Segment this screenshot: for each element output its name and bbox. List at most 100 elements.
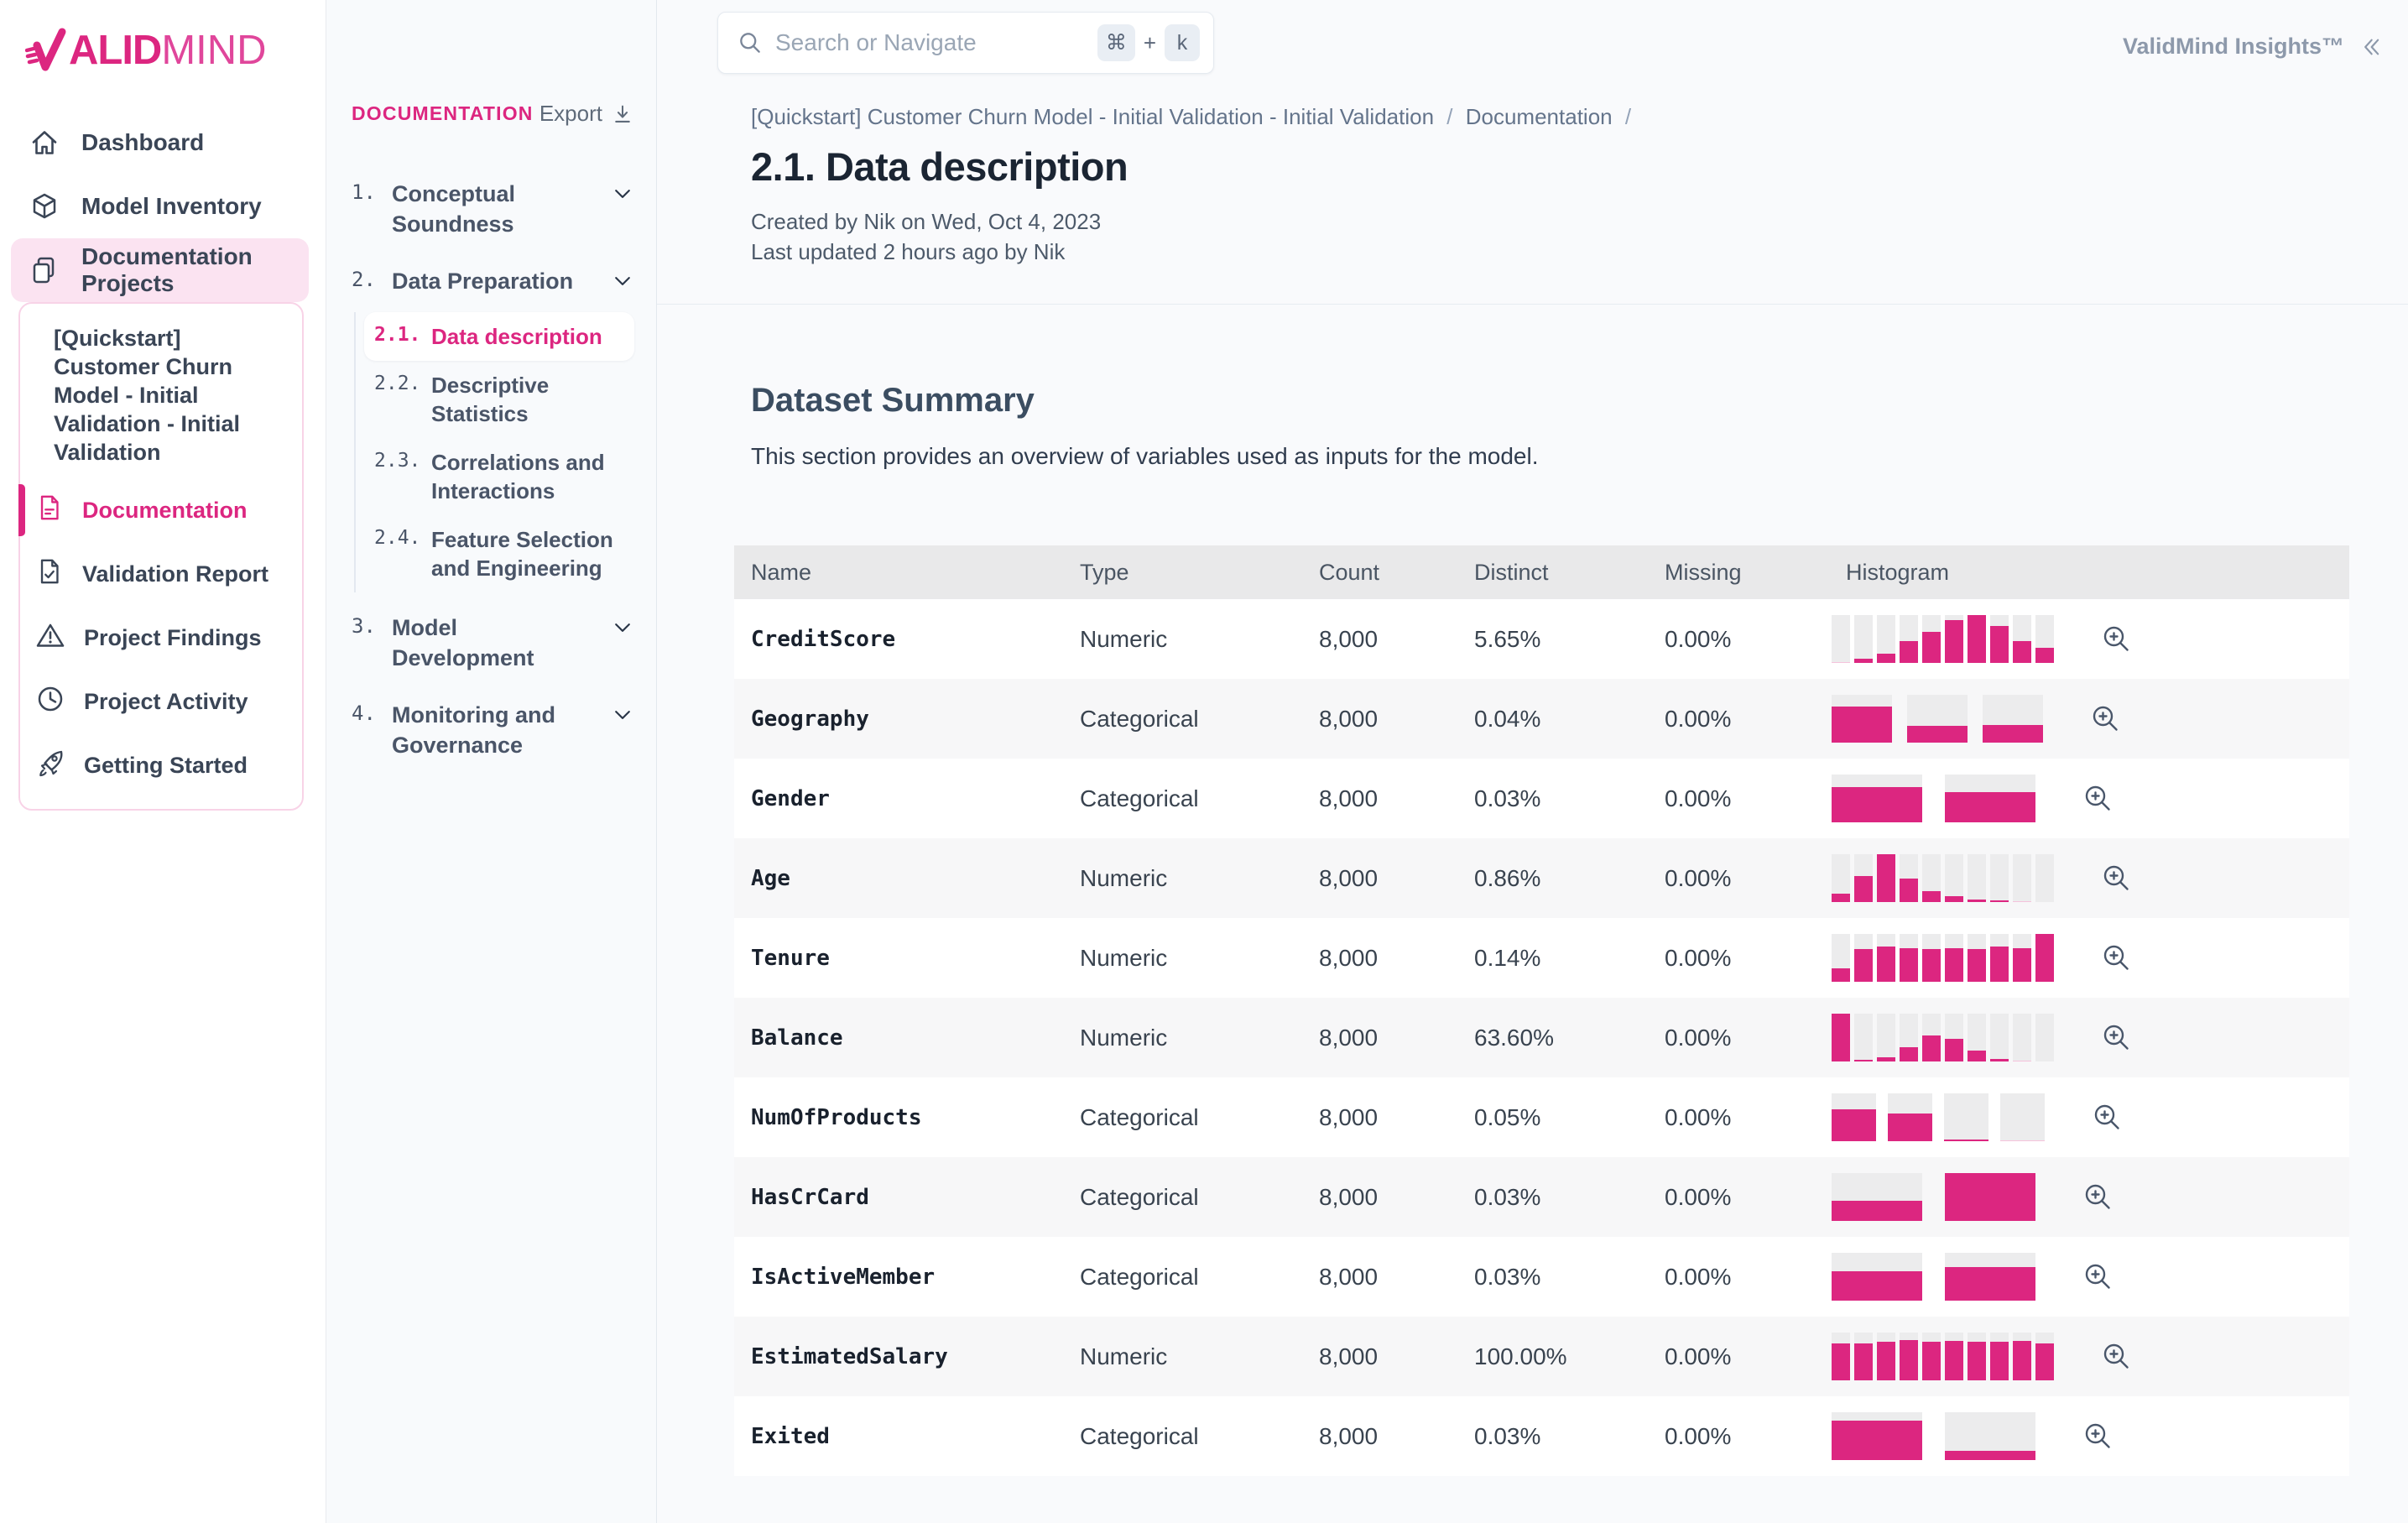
zoom-histogram-button[interactable] <box>2101 623 2132 655</box>
sidebar-item-label: Documentation Projects <box>81 243 290 297</box>
zoom-histogram-button[interactable] <box>2101 1341 2132 1372</box>
cell-type: Categorical <box>1063 785 1302 812</box>
chevron-down-icon[interactable] <box>611 616 634 644</box>
histogram-bar <box>1945 1333 1963 1380</box>
zoom-histogram-button[interactable] <box>2082 783 2114 814</box>
zoom-histogram-button[interactable] <box>2101 1022 2132 1053</box>
cell-histogram <box>1829 934 2349 982</box>
export-button[interactable]: Export <box>539 101 634 127</box>
table-row-estimatedsalary: EstimatedSalaryNumeric8,000100.00%0.00% <box>734 1317 2349 1396</box>
toc-section-data-preparation[interactable]: 2.Data Preparation <box>352 253 634 310</box>
histogram-bar <box>1990 615 2009 663</box>
table-row-tenure: TenureNumeric8,0000.14%0.00% <box>734 918 2349 998</box>
breadcrumb-link[interactable]: [Quickstart] Customer Churn Model - Init… <box>751 104 1434 129</box>
histogram-bar <box>1877 1333 1895 1380</box>
chevron-down-icon[interactable] <box>611 703 634 731</box>
project-item-label: Project Findings <box>84 625 262 651</box>
zoom-histogram-button[interactable] <box>2090 703 2121 734</box>
histogram-chart <box>1832 1412 2035 1460</box>
cell-distinct: 0.14% <box>1457 945 1648 972</box>
project-item-project-activity[interactable]: Project Activity <box>20 670 302 733</box>
toc-item-correlations-and-interactions[interactable]: 2.3.Correlations and Interactions <box>364 438 634 515</box>
zoom-histogram-button[interactable] <box>2101 863 2132 894</box>
cell-count: 8,000 <box>1302 1025 1457 1051</box>
cell-missing: 0.00% <box>1648 1264 1829 1291</box>
histogram-chart <box>1832 1014 2054 1061</box>
toc-section-label: Data Preparation <box>392 266 604 296</box>
chevron-down-icon[interactable] <box>611 269 634 297</box>
histogram-bar <box>1945 934 1963 982</box>
toc-section-number: 1. <box>352 179 387 204</box>
document-content: Dataset Summary This section provides an… <box>657 382 2408 1476</box>
project-item-getting-started[interactable]: Getting Started <box>20 733 302 797</box>
cell-count: 8,000 <box>1302 626 1457 653</box>
sidebar-item-dashboard[interactable]: Dashboard <box>11 111 309 175</box>
cell-histogram <box>1829 854 2349 902</box>
histogram-bar <box>1832 1173 1922 1221</box>
project-item-label: Getting Started <box>84 753 248 779</box>
histogram-bar <box>1877 934 1895 982</box>
histogram-bar <box>1968 854 1986 902</box>
toc-section-monitoring-and-governance[interactable]: 4.Monitoring and Governance <box>352 686 634 774</box>
cell-distinct: 0.03% <box>1457 1264 1648 1291</box>
cell-distinct: 0.03% <box>1457 785 1648 812</box>
cell-type: Numeric <box>1063 945 1302 972</box>
histogram-bar <box>1900 615 1918 663</box>
histogram-bar <box>1832 934 1850 982</box>
toc-section-model-development[interactable]: 3.Model Development <box>352 599 634 686</box>
toc-item-data-description[interactable]: 2.1.Data description <box>364 312 634 361</box>
histogram-bar <box>1900 934 1918 982</box>
project-item-documentation[interactable]: Documentation <box>20 478 302 542</box>
project-item-validation-report[interactable]: Validation Report <box>20 542 302 606</box>
toc-section-conceptual-soundness[interactable]: 1.Conceptual Soundness <box>352 165 634 253</box>
histogram-bar <box>1945 1173 2035 1221</box>
toc-item-feature-selection-and-engineering[interactable]: 2.4.Feature Selection and Engineering <box>364 515 634 592</box>
sidebar-item-documentation-projects[interactable]: Documentation Projects <box>11 238 309 302</box>
zoom-histogram-button[interactable] <box>2082 1421 2114 1452</box>
toc-item-number: 2.2. <box>374 371 430 394</box>
cell-missing: 0.00% <box>1648 1343 1829 1370</box>
cell-missing: 0.00% <box>1648 1184 1829 1211</box>
toc-section-number: 3. <box>352 613 387 638</box>
cell-name: Tenure <box>734 946 1063 971</box>
breadcrumb: [Quickstart] Customer Churn Model - Init… <box>751 104 2349 130</box>
zoom-histogram-button[interactable] <box>2082 1261 2114 1292</box>
cell-histogram <box>1829 1253 2349 1301</box>
cell-histogram <box>1829 1173 2349 1221</box>
home-icon <box>29 128 60 158</box>
toc-section-number: 4. <box>352 700 387 725</box>
zoom-histogram-button[interactable] <box>2092 1102 2123 1133</box>
breadcrumb-separator: / <box>1613 104 1638 129</box>
cell-type: Categorical <box>1063 1104 1302 1131</box>
histogram-bar <box>2035 1014 2054 1061</box>
zoom-histogram-button[interactable] <box>2101 942 2132 973</box>
toc-item-label: Correlations and Interactions <box>431 448 624 505</box>
breadcrumb-link[interactable]: Documentation <box>1466 104 1613 129</box>
histogram-bar <box>1922 1333 1941 1380</box>
cell-missing: 0.00% <box>1648 1104 1829 1131</box>
search-icon <box>737 29 764 56</box>
sidebar-item-model-inventory[interactable]: Model Inventory <box>11 175 309 238</box>
cell-name: Gender <box>734 786 1063 811</box>
page-title: 2.1. Data description <box>751 143 2349 190</box>
topbar: ⌘+k ValidMind Insights™ <box>657 0 2408 76</box>
project-item-project-findings[interactable]: Project Findings <box>20 606 302 670</box>
cell-count: 8,000 <box>1302 1423 1457 1450</box>
collapse-panel-icon[interactable] <box>2358 34 2383 60</box>
search-bar: ⌘+k <box>717 12 1214 74</box>
main-sidebar: ALID MIND DashboardModel InventoryDocume… <box>0 0 326 1523</box>
histogram-bar <box>2013 854 2031 902</box>
histogram-chart <box>1832 615 2054 663</box>
toc-header: DOCUMENTATION Export <box>352 101 634 127</box>
validmind-logo: ALID MIND <box>25 27 326 74</box>
zoom-histogram-button[interactable] <box>2082 1181 2114 1213</box>
search-input[interactable] <box>764 29 1097 56</box>
histogram-bar <box>1945 1014 1963 1061</box>
sidebar-item-project[interactable]: [Quickstart] Customer Churn Model - Init… <box>20 312 302 478</box>
histogram-bar <box>1877 615 1895 663</box>
chevron-down-icon[interactable] <box>611 182 634 210</box>
main-content: ⌘+k ValidMind Insights™ [Quickstart] Cus… <box>657 0 2408 1523</box>
cell-missing: 0.00% <box>1648 865 1829 892</box>
table-header-row: NameTypeCountDistinctMissingHistogram <box>734 545 2349 599</box>
toc-item-descriptive-statistics[interactable]: 2.2.Descriptive Statistics <box>364 361 634 438</box>
